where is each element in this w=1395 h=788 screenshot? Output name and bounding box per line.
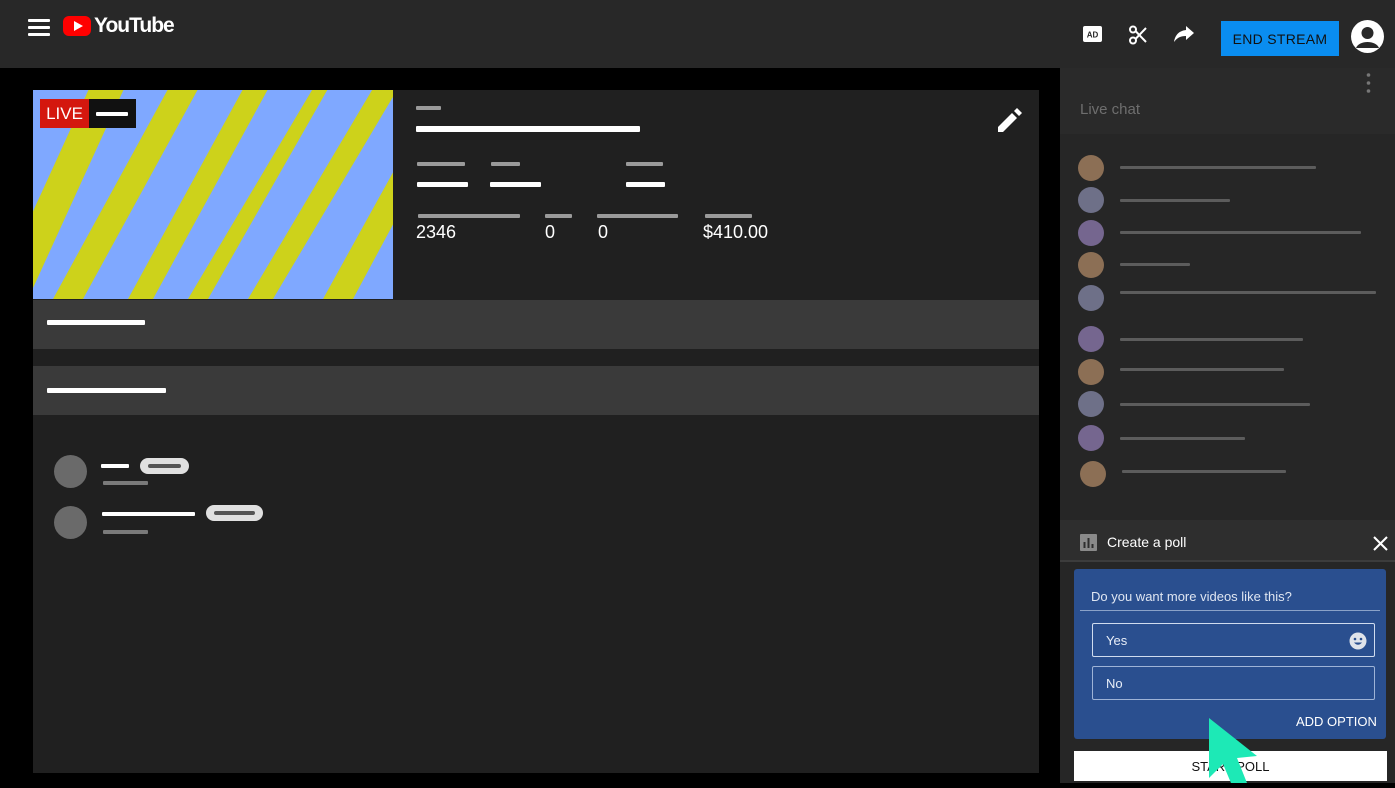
stream-title-placeholder	[416, 126, 640, 132]
meta-value-placeholder	[417, 182, 468, 187]
poll-title: Create a poll	[1107, 534, 1187, 550]
chat-message-placeholder	[1120, 263, 1190, 266]
poll-chart-icon	[1080, 534, 1097, 551]
chat-avatar	[1078, 252, 1104, 278]
chat-avatar	[1078, 155, 1104, 181]
chat-message-placeholder	[1120, 368, 1284, 371]
scissors-icon[interactable]	[1128, 25, 1148, 45]
list-item-chip[interactable]	[206, 505, 263, 521]
section-header[interactable]	[33, 300, 1039, 349]
chat-message-placeholder	[1120, 437, 1245, 440]
stat-value: 2346	[416, 222, 457, 242]
list-item-title-placeholder	[101, 464, 129, 468]
stat-label-placeholder	[705, 214, 752, 218]
pencil-icon[interactable]	[996, 106, 1024, 134]
account-icon[interactable]	[1351, 20, 1384, 53]
chat-avatar	[1078, 391, 1104, 417]
menu-icon[interactable]	[28, 19, 50, 40]
chat-message-placeholder	[1122, 470, 1286, 473]
svg-text:AD: AD	[1087, 31, 1099, 40]
chat-message-placeholder	[1120, 231, 1361, 234]
list-item-subtitle-placeholder	[103, 530, 148, 534]
stat-value: 0	[545, 222, 556, 242]
chat-avatar	[1078, 187, 1104, 213]
poll-option-1-input[interactable]	[1092, 623, 1375, 657]
ad-icon[interactable]: AD	[1083, 26, 1102, 42]
poll-option-2-input[interactable]	[1092, 666, 1375, 700]
stat-label-placeholder	[418, 214, 520, 218]
poll-question-field[interactable]: Do you want more videos like this?	[1091, 589, 1292, 604]
meta-label-placeholder	[491, 162, 520, 166]
chat-avatar	[1080, 461, 1106, 487]
list-item-avatar	[54, 506, 87, 539]
meta-label-placeholder	[626, 162, 663, 166]
stat-label-placeholder	[545, 214, 572, 218]
share-icon[interactable]	[1174, 26, 1194, 43]
poll-question-underline	[1080, 610, 1380, 611]
live-label: LIVE	[40, 99, 89, 128]
cursor-pointer-icon	[1207, 716, 1262, 783]
title-overline-placeholder	[416, 106, 441, 110]
chat-message-placeholder	[1120, 403, 1310, 406]
section-header[interactable]	[33, 366, 1039, 415]
emoji-icon[interactable]	[1349, 632, 1367, 650]
list-item-chip[interactable]	[140, 458, 189, 474]
meta-value-placeholder	[490, 182, 541, 187]
chat-message-placeholder	[1120, 199, 1230, 202]
chat-message-placeholder	[1120, 291, 1376, 294]
end-stream-button[interactable]: END STREAM	[1221, 21, 1339, 56]
meta-label-placeholder	[417, 162, 465, 166]
stat-label-placeholder	[597, 214, 678, 218]
chat-avatar	[1078, 220, 1104, 246]
chat-message-placeholder	[1120, 338, 1303, 341]
youtube-logo-text[interactable]: YouTube	[94, 14, 175, 38]
list-item-avatar	[54, 455, 87, 488]
list-item-title-placeholder	[102, 512, 195, 516]
vertical-dots-icon[interactable]	[1366, 72, 1371, 96]
youtube-logo-icon[interactable]	[63, 16, 91, 36]
meta-value-placeholder	[626, 182, 665, 187]
close-icon[interactable]	[1373, 536, 1388, 551]
list-item-subtitle-placeholder	[103, 481, 148, 485]
chat-avatar	[1078, 359, 1104, 385]
add-option-button[interactable]: ADD OPTION	[1296, 714, 1377, 729]
stat-value: $410.00	[703, 222, 769, 242]
chat-message-placeholder	[1120, 166, 1316, 169]
live-chat-title: Live chat	[1080, 101, 1141, 118]
chat-avatar	[1078, 285, 1104, 311]
chat-avatar	[1078, 425, 1104, 451]
chat-avatar	[1078, 326, 1104, 352]
stat-value: 0	[598, 222, 609, 242]
